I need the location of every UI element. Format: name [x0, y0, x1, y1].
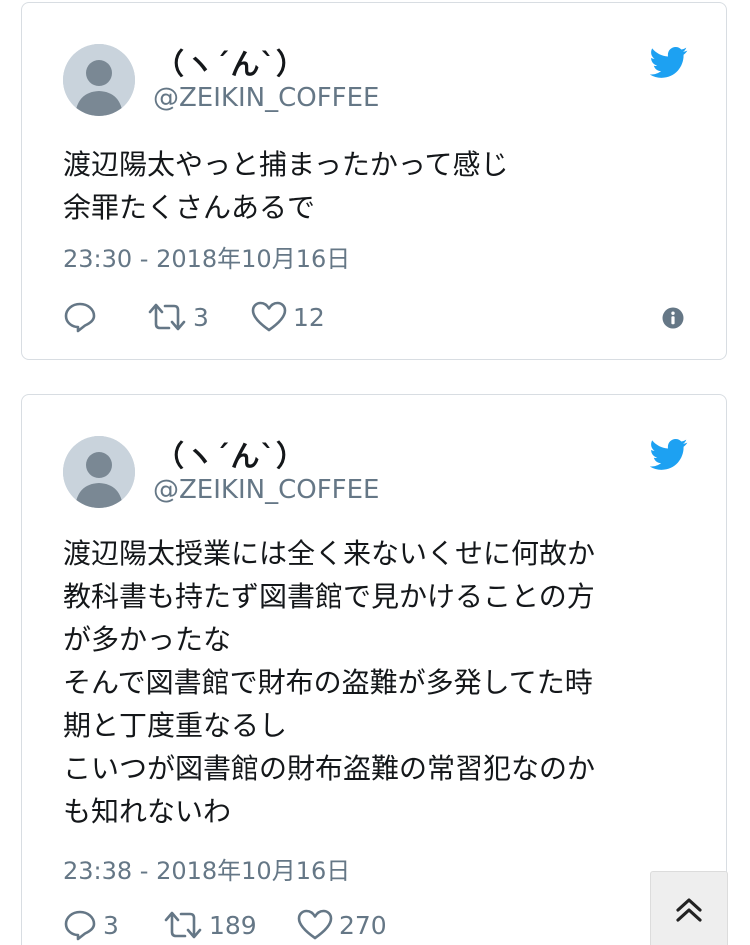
like-button[interactable]: 270	[297, 908, 387, 942]
double-chevron-up-icon	[676, 898, 702, 922]
tweet-card[interactable]: （ヽ´ん`） @ZEIKIN_COFFEE 渡辺陽太授業には全く来ないくせに何故…	[21, 394, 727, 945]
heart-icon	[297, 909, 333, 940]
tweet-timestamp[interactable]: 23:30 - 2018年10月16日	[63, 239, 350, 274]
tweet-text: 渡辺陽太授業には全く来ないくせに何故か 教科書も持たず図書館で見かけることの方 …	[63, 537, 596, 828]
heart-icon	[251, 301, 287, 332]
tweet-card[interactable]: （ヽ´ん`） @ZEIKIN_COFFEE 渡辺陽太やっと捕まったかって感じ 余…	[21, 2, 727, 360]
author-display-name[interactable]: （ヽ´ん`）	[155, 433, 306, 475]
tweet-embed-page: （ヽ´ん`） @ZEIKIN_COFFEE 渡辺陽太やっと捕まったかって感じ 余…	[0, 0, 750, 945]
info-icon[interactable]	[662, 307, 684, 329]
like-button[interactable]: 12	[251, 300, 325, 334]
retweet-button[interactable]: 189	[163, 908, 297, 942]
avatar-placeholder-icon	[63, 436, 135, 508]
retweet-icon	[148, 303, 186, 331]
retweet-count: 189	[209, 910, 257, 940]
author-avatar[interactable]	[63, 436, 135, 508]
retweet-icon	[164, 911, 202, 939]
reply-icon	[64, 910, 96, 941]
author-handle[interactable]: @ZEIKIN_COFFEE	[153, 475, 379, 505]
reply-button[interactable]	[63, 300, 147, 334]
reply-icon	[64, 302, 96, 333]
tweet-actions: 3 12	[63, 297, 325, 337]
retweet-count: 3	[193, 302, 209, 332]
avatar-placeholder-icon	[63, 44, 135, 116]
reply-count: 3	[103, 910, 119, 940]
tweet-text: 渡辺陽太やっと捕まったかって感じ 余罪たくさんあるで	[63, 148, 509, 224]
scroll-to-top-button[interactable]	[650, 871, 728, 945]
twitter-bird-icon[interactable]	[650, 43, 688, 81]
twitter-bird-icon[interactable]	[650, 435, 688, 473]
like-count: 12	[293, 302, 325, 332]
author-display-name[interactable]: （ヽ´ん`）	[155, 41, 306, 83]
reply-button[interactable]: 3	[63, 908, 163, 942]
tweet-actions: 3 189 270	[63, 905, 387, 945]
author-handle[interactable]: @ZEIKIN_COFFEE	[153, 83, 379, 113]
tweet-timestamp[interactable]: 23:38 - 2018年10月16日	[63, 851, 350, 886]
retweet-button[interactable]: 3	[147, 300, 251, 334]
author-avatar[interactable]	[63, 44, 135, 116]
like-count: 270	[339, 910, 387, 940]
